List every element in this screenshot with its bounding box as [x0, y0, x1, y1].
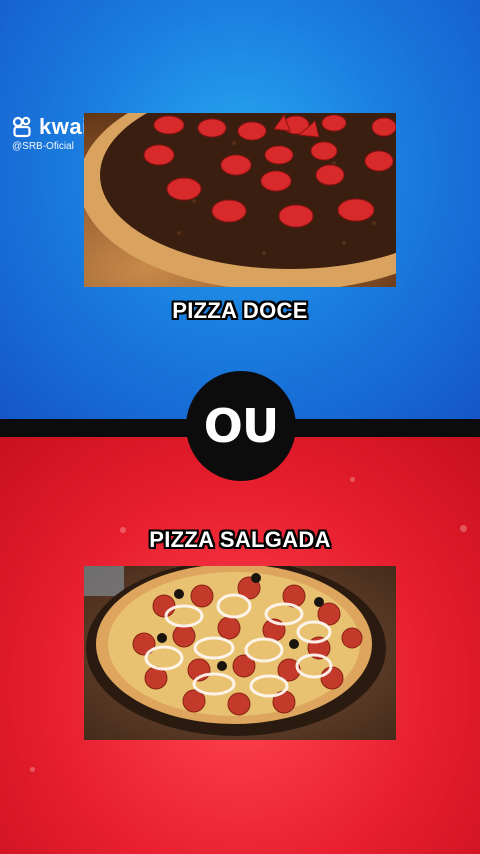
sparkle-decoration	[350, 477, 355, 482]
sweet-pizza-image[interactable]	[84, 113, 396, 287]
sparkle-decoration	[30, 767, 35, 772]
savory-pizza-illustration	[84, 566, 396, 740]
creator-handle: @SRB-Oficial	[12, 141, 74, 152]
kwai-brand-text: kwai	[39, 114, 89, 139]
kwai-watermark: kwai @SRB-Oficial	[12, 114, 89, 153]
or-separator-text: OU	[203, 399, 279, 453]
sweet-pizza-illustration	[84, 113, 396, 287]
option-label-savory: PIZZA SALGADA	[149, 527, 331, 552]
savory-pizza-image[interactable]	[84, 566, 396, 740]
kwai-logo-icon	[12, 116, 31, 138]
option-label-sweet: PIZZA DOCE	[172, 298, 308, 323]
or-separator-circle: OU	[186, 371, 296, 481]
